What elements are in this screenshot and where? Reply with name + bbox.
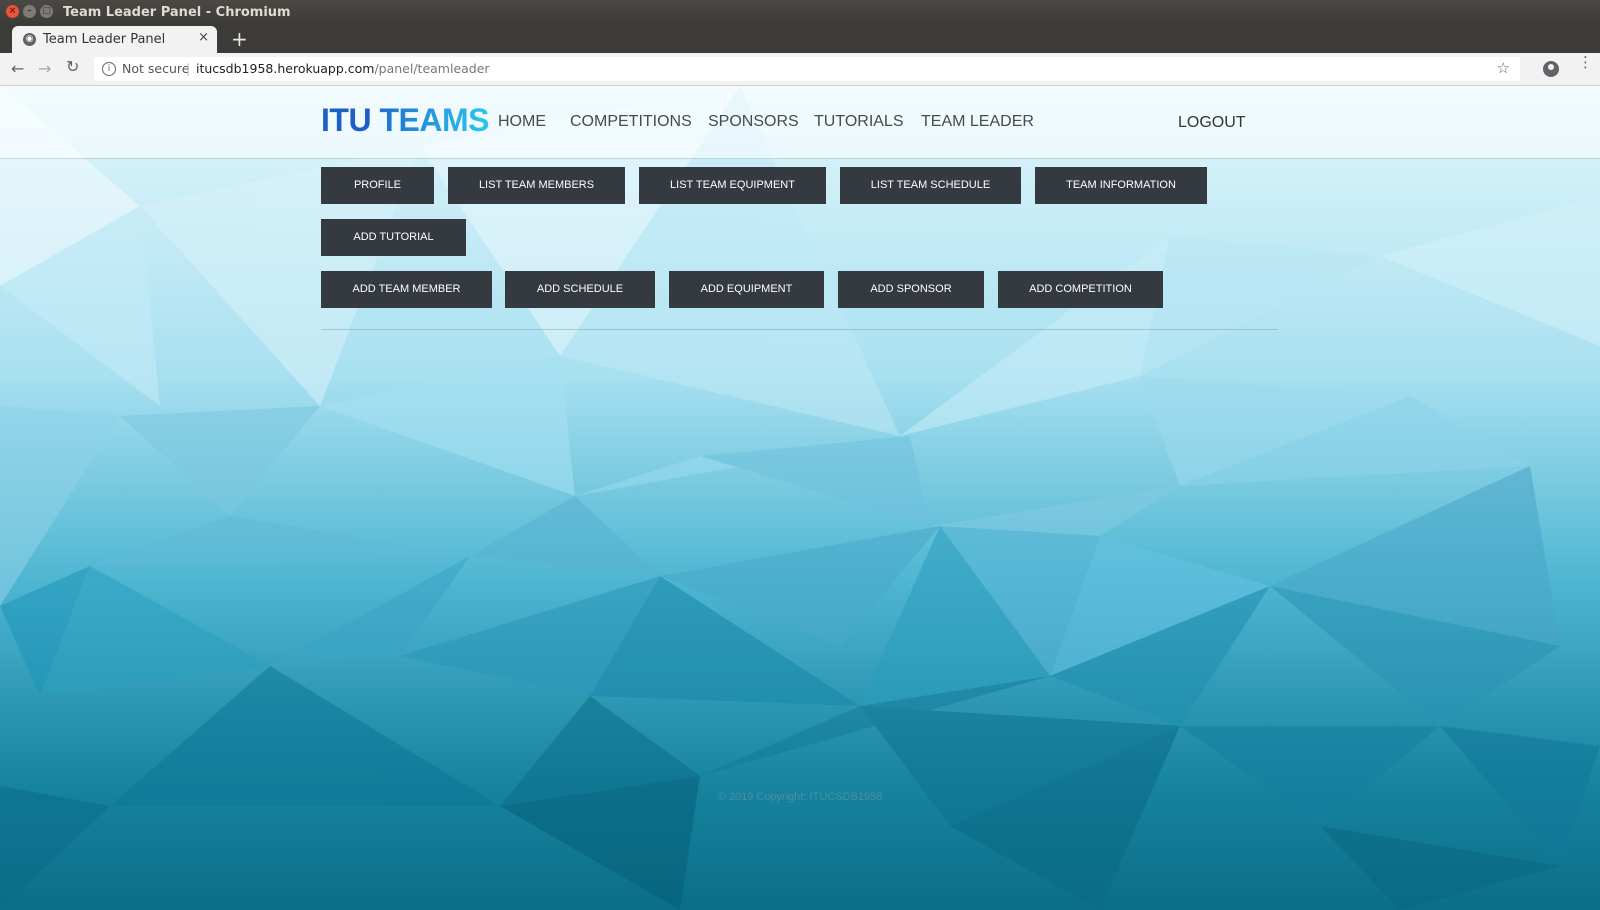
list-team-schedule-button[interactable]: LIST TEAM SCHEDULE [840, 167, 1021, 204]
bookmark-star-icon[interactable]: ☆ [1497, 59, 1510, 77]
tab-close-icon[interactable]: × [198, 30, 209, 45]
forward-arrow-icon[interactable]: → [38, 59, 51, 78]
list-team-equipment-button[interactable]: LIST TEAM EQUIPMENT [639, 167, 826, 204]
logout-link[interactable]: LOGOUT [1178, 114, 1246, 132]
maximize-window-icon[interactable]: □ [40, 5, 53, 18]
info-icon[interactable]: i [102, 62, 116, 76]
add-sponsor-button[interactable]: ADD SPONSOR [838, 271, 984, 308]
nav-home[interactable]: HOME [498, 113, 546, 131]
nav-tutorials[interactable]: TUTORIALS [814, 113, 904, 131]
add-tutorial-button[interactable]: ADD TUTORIAL [321, 219, 466, 256]
new-tab-button[interactable]: + [231, 27, 248, 51]
address-bar[interactable]: i Not secure | itucsdb1958.herokuapp.com… [94, 57, 1520, 81]
globe-icon: ◉ [23, 33, 36, 46]
team-information-button[interactable]: TEAM INFORMATION [1035, 167, 1207, 204]
profile-button[interactable]: PROFILE [321, 167, 434, 204]
site-logo[interactable]: ITU TEAMS [321, 102, 489, 139]
profile-avatar-icon[interactable] [1543, 61, 1559, 77]
back-arrow-icon[interactable]: ← [11, 59, 24, 78]
list-team-members-button[interactable]: LIST TEAM MEMBERS [448, 167, 625, 204]
tab-title: Team Leader Panel [43, 32, 166, 47]
reload-icon[interactable]: ↻ [66, 57, 79, 76]
minimize-window-icon[interactable]: – [23, 5, 36, 18]
tab-team-leader-panel[interactable]: ◉ Team Leader Panel × [12, 26, 217, 53]
tab-strip: ◉ Team Leader Panel × + [0, 25, 1600, 53]
title-bar: × – □ Team Leader Panel - Chromium [0, 0, 1600, 25]
url-path: /panel/teamleader [374, 61, 490, 76]
logo-itu: ITU [321, 102, 372, 138]
address-separator: | [186, 61, 191, 76]
menu-kebab-icon[interactable]: ⋮ [1578, 55, 1593, 70]
window-title: Team Leader Panel - Chromium [63, 5, 291, 20]
nav-team-leader[interactable]: TEAM LEADER [921, 113, 1034, 131]
browser-window: × – □ Team Leader Panel - Chromium ◉ Tea… [0, 0, 1600, 910]
browser-toolbar: ← → ↻ i Not secure | itucsdb1958.herokua… [0, 53, 1600, 86]
add-schedule-button[interactable]: ADD SCHEDULE [505, 271, 655, 308]
url-host: itucsdb1958.herokuapp.com [196, 61, 375, 76]
nav-sponsors[interactable]: SPONSORS [708, 113, 799, 131]
web-page: ITU TEAMS HOME COMPETITIONS SPONSORS TUT… [0, 86, 1600, 910]
add-equipment-button[interactable]: ADD EQUIPMENT [669, 271, 824, 308]
content-divider [321, 329, 1278, 330]
footer-copyright: © 2019 Copyright: ITUCSDB1958 [717, 791, 883, 803]
site-header: ITU TEAMS HOME COMPETITIONS SPONSORS TUT… [0, 86, 1600, 159]
add-team-member-button[interactable]: ADD TEAM MEMBER [321, 271, 492, 308]
window-controls: × – □ [6, 5, 53, 18]
url-text[interactable]: itucsdb1958.herokuapp.com/panel/teamlead… [196, 61, 490, 76]
logo-teams: TEAMS [379, 102, 489, 138]
close-window-icon[interactable]: × [6, 5, 19, 18]
add-competition-button[interactable]: ADD COMPETITION [998, 271, 1163, 308]
security-label: Not secure [122, 61, 190, 76]
nav-competitions[interactable]: COMPETITIONS [570, 113, 692, 131]
low-poly-background [0, 86, 1600, 910]
